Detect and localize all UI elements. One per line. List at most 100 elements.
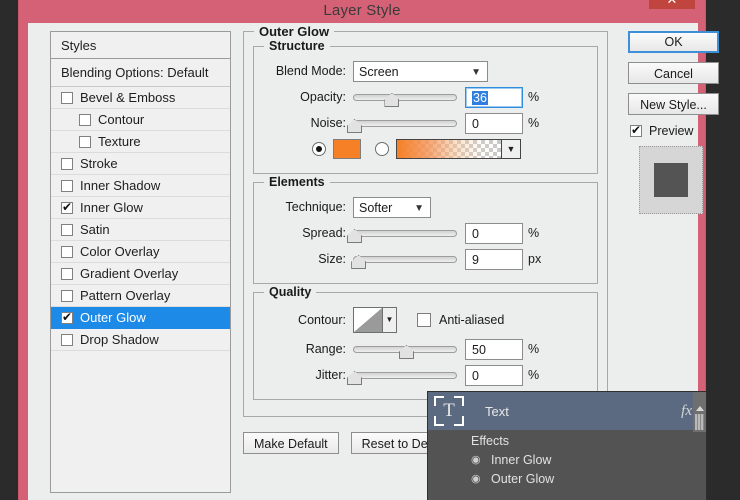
range-slider[interactable] [353, 339, 457, 359]
elements-legend: Elements [264, 175, 330, 189]
style-row-color-overlay[interactable]: Color Overlay [51, 241, 230, 263]
layer-row-text[interactable]: T Text fx [428, 392, 706, 430]
opacity-row: Opacity: 36 % [264, 85, 587, 109]
effect-row-inner-glow[interactable]: ◉ Inner Glow [428, 450, 706, 469]
size-label: Size: [264, 252, 353, 266]
noise-slider[interactable] [353, 113, 457, 133]
opacity-slider[interactable] [353, 87, 457, 107]
chevron-down-icon[interactable]: ▼ [382, 308, 396, 332]
style-checkbox[interactable] [61, 334, 73, 346]
style-checkbox[interactable] [61, 180, 73, 192]
contour-picker[interactable]: ▼ [353, 307, 397, 333]
page-title: Layer Style [323, 2, 400, 19]
style-checkbox[interactable] [61, 224, 73, 236]
noise-input[interactable]: 0 [465, 113, 523, 134]
chevron-down-icon: ▼ [471, 62, 481, 83]
dialog-action-buttons: OK Cancel New Style... Preview [628, 31, 728, 214]
style-row-label: Pattern Overlay [80, 288, 170, 303]
chevron-down-icon: ▼ [414, 198, 424, 219]
style-checkbox[interactable] [61, 202, 73, 214]
close-icon[interactable]: ✕ [649, 0, 695, 9]
blend-mode-value: Screen [359, 65, 399, 79]
quality-legend: Quality [264, 285, 316, 299]
fx-icon[interactable]: fx [681, 403, 692, 420]
size-slider[interactable] [353, 249, 457, 269]
style-checkbox[interactable] [61, 92, 73, 104]
style-row-contour[interactable]: Contour [51, 109, 230, 131]
style-row-stroke[interactable]: Stroke [51, 153, 230, 175]
anti-aliased-label: Anti-aliased [439, 313, 504, 327]
new-style-button[interactable]: New Style... [628, 93, 719, 115]
style-row-inner-glow[interactable]: Inner Glow [51, 197, 230, 219]
technique-value: Softer [359, 201, 392, 215]
text-layer-icon: T [434, 396, 464, 426]
make-default-button[interactable]: Make Default [243, 432, 339, 454]
chevron-up-icon[interactable] [696, 406, 704, 411]
opacity-slider-track [353, 94, 457, 101]
quality-group: Quality Contour: ▼ Anti-aliased [253, 292, 598, 400]
style-row-gradient-overlay[interactable]: Gradient Overlay [51, 263, 230, 285]
jitter-slider[interactable] [353, 365, 457, 385]
style-row-pattern-overlay[interactable]: Pattern Overlay [51, 285, 230, 307]
preview-label: Preview [649, 124, 693, 138]
jitter-input[interactable]: 0 [465, 365, 523, 386]
style-checkbox[interactable] [61, 158, 73, 170]
size-input[interactable]: 9 [465, 249, 523, 270]
size-row: Size: 9 px [264, 247, 587, 271]
style-checkbox[interactable] [61, 312, 73, 324]
technique-select[interactable]: Softer ▼ [353, 197, 431, 218]
glow-color-swatch[interactable] [333, 139, 361, 159]
range-input[interactable]: 50 [465, 339, 523, 360]
styles-panel-header: Styles [51, 32, 230, 59]
style-row-label: Drop Shadow [80, 332, 159, 347]
preview-checkbox[interactable]: Preview [630, 124, 728, 138]
style-checkbox[interactable] [79, 136, 91, 148]
cancel-button[interactable]: Cancel [628, 62, 719, 84]
layers-scrollbar[interactable] [693, 392, 706, 432]
gradient-picker[interactable]: ▼ [396, 139, 521, 159]
styles-list: Bevel & EmbossContourTexture Stroke Inner … [51, 87, 230, 351]
blending-options-row[interactable]: Blending Options: Default [51, 59, 230, 87]
style-row-label: Satin [80, 222, 110, 237]
anti-aliased-checkbox[interactable]: Anti-aliased [417, 313, 504, 327]
style-checkbox[interactable] [61, 290, 73, 302]
style-row-bevel-emboss[interactable]: Bevel & Emboss [51, 87, 230, 109]
opacity-input[interactable]: 36 [465, 87, 523, 108]
chevron-down-icon[interactable]: ▼ [501, 140, 520, 158]
gradient-preview [397, 140, 501, 158]
effect-row-outer-glow[interactable]: ◉ Outer Glow [428, 469, 706, 488]
noise-row: Noise: 0 % [264, 111, 587, 135]
eye-icon[interactable]: ◉ [471, 453, 485, 466]
solid-color-radio[interactable] [312, 142, 326, 156]
gradient-radio[interactable] [375, 142, 389, 156]
blend-mode-select[interactable]: Screen ▼ [353, 61, 488, 82]
style-checkbox[interactable] [79, 114, 91, 126]
structure-legend: Structure [264, 39, 330, 53]
jitter-value: 0 [472, 369, 479, 383]
style-row-inner-shadow[interactable]: Inner Shadow [51, 175, 230, 197]
opacity-value: 36 [472, 91, 488, 105]
layers-panel: T Text fx Effects ◉Inner Glow◉Outer Glow [428, 392, 706, 500]
technique-label: Technique: [264, 200, 353, 214]
effect-name: Inner Glow [491, 453, 551, 467]
spread-label: Spread: [264, 226, 353, 240]
noise-label: Noise: [264, 116, 353, 130]
spread-input[interactable]: 0 [465, 223, 523, 244]
style-row-satin[interactable]: Satin [51, 219, 230, 241]
technique-row: Technique: Softer ▼ [264, 195, 587, 219]
style-row-texture[interactable]: Texture [51, 131, 230, 153]
blend-mode-row: Blend Mode: Screen ▼ [264, 59, 587, 83]
style-row-label: Inner Shadow [80, 178, 160, 193]
style-row-drop-shadow[interactable]: Drop Shadow [51, 329, 230, 351]
spread-slider[interactable] [353, 223, 457, 243]
effect-settings: Outer Glow Structure Blend Mode: Screen … [243, 31, 608, 425]
style-row-label: Stroke [80, 156, 118, 171]
ok-button[interactable]: OK [628, 31, 719, 53]
eye-icon[interactable]: ◉ [471, 472, 485, 485]
effect-name: Outer Glow [491, 472, 554, 486]
style-checkbox[interactable] [61, 246, 73, 258]
style-row-label: Inner Glow [80, 200, 143, 215]
style-checkbox[interactable] [61, 268, 73, 280]
scrollbar-thumb[interactable] [695, 414, 704, 430]
style-row-outer-glow[interactable]: Outer Glow [51, 307, 230, 329]
